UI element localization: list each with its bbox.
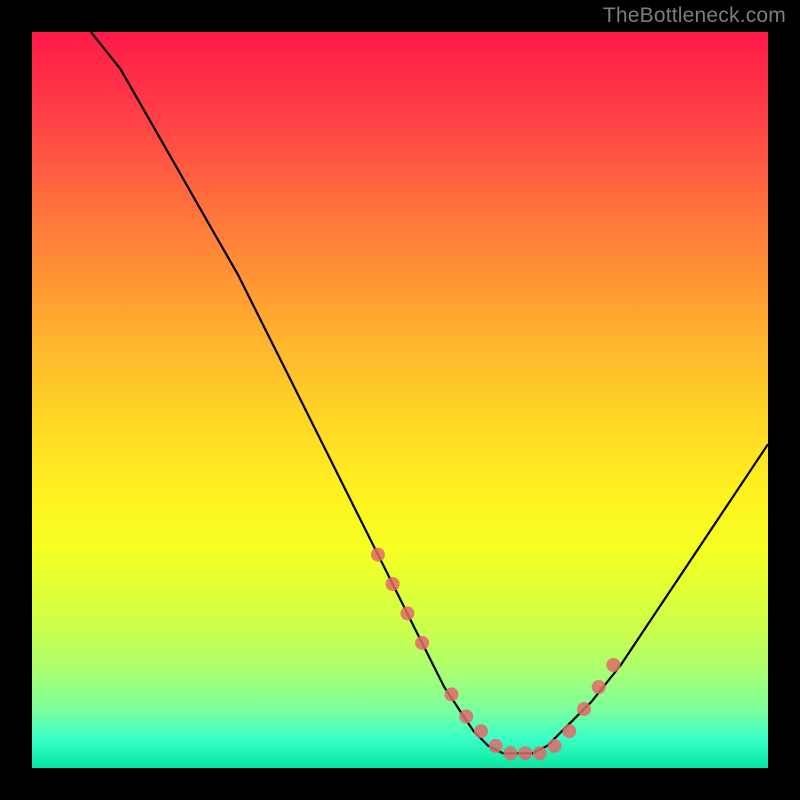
- highlight-point: [533, 746, 547, 760]
- highlight-point: [577, 702, 591, 716]
- highlight-point: [518, 746, 532, 760]
- highlight-point: [503, 746, 517, 760]
- attribution-label: TheBottleneck.com: [603, 4, 786, 28]
- highlight-point: [459, 710, 473, 724]
- bottleneck-chart: [32, 32, 768, 768]
- highlight-point: [562, 724, 576, 738]
- highlight-point: [606, 658, 620, 672]
- highlight-point: [548, 739, 562, 753]
- highlight-point: [474, 724, 488, 738]
- bottleneck-curve-path: [91, 32, 768, 753]
- highlight-point: [415, 636, 429, 650]
- chart-svg: [32, 32, 768, 768]
- highlight-point: [400, 606, 414, 620]
- highlight-point: [592, 680, 606, 694]
- highlighted-points-group: [371, 548, 621, 761]
- highlight-point: [445, 687, 459, 701]
- highlight-point: [386, 577, 400, 591]
- highlight-point: [489, 739, 503, 753]
- highlight-point: [371, 548, 385, 562]
